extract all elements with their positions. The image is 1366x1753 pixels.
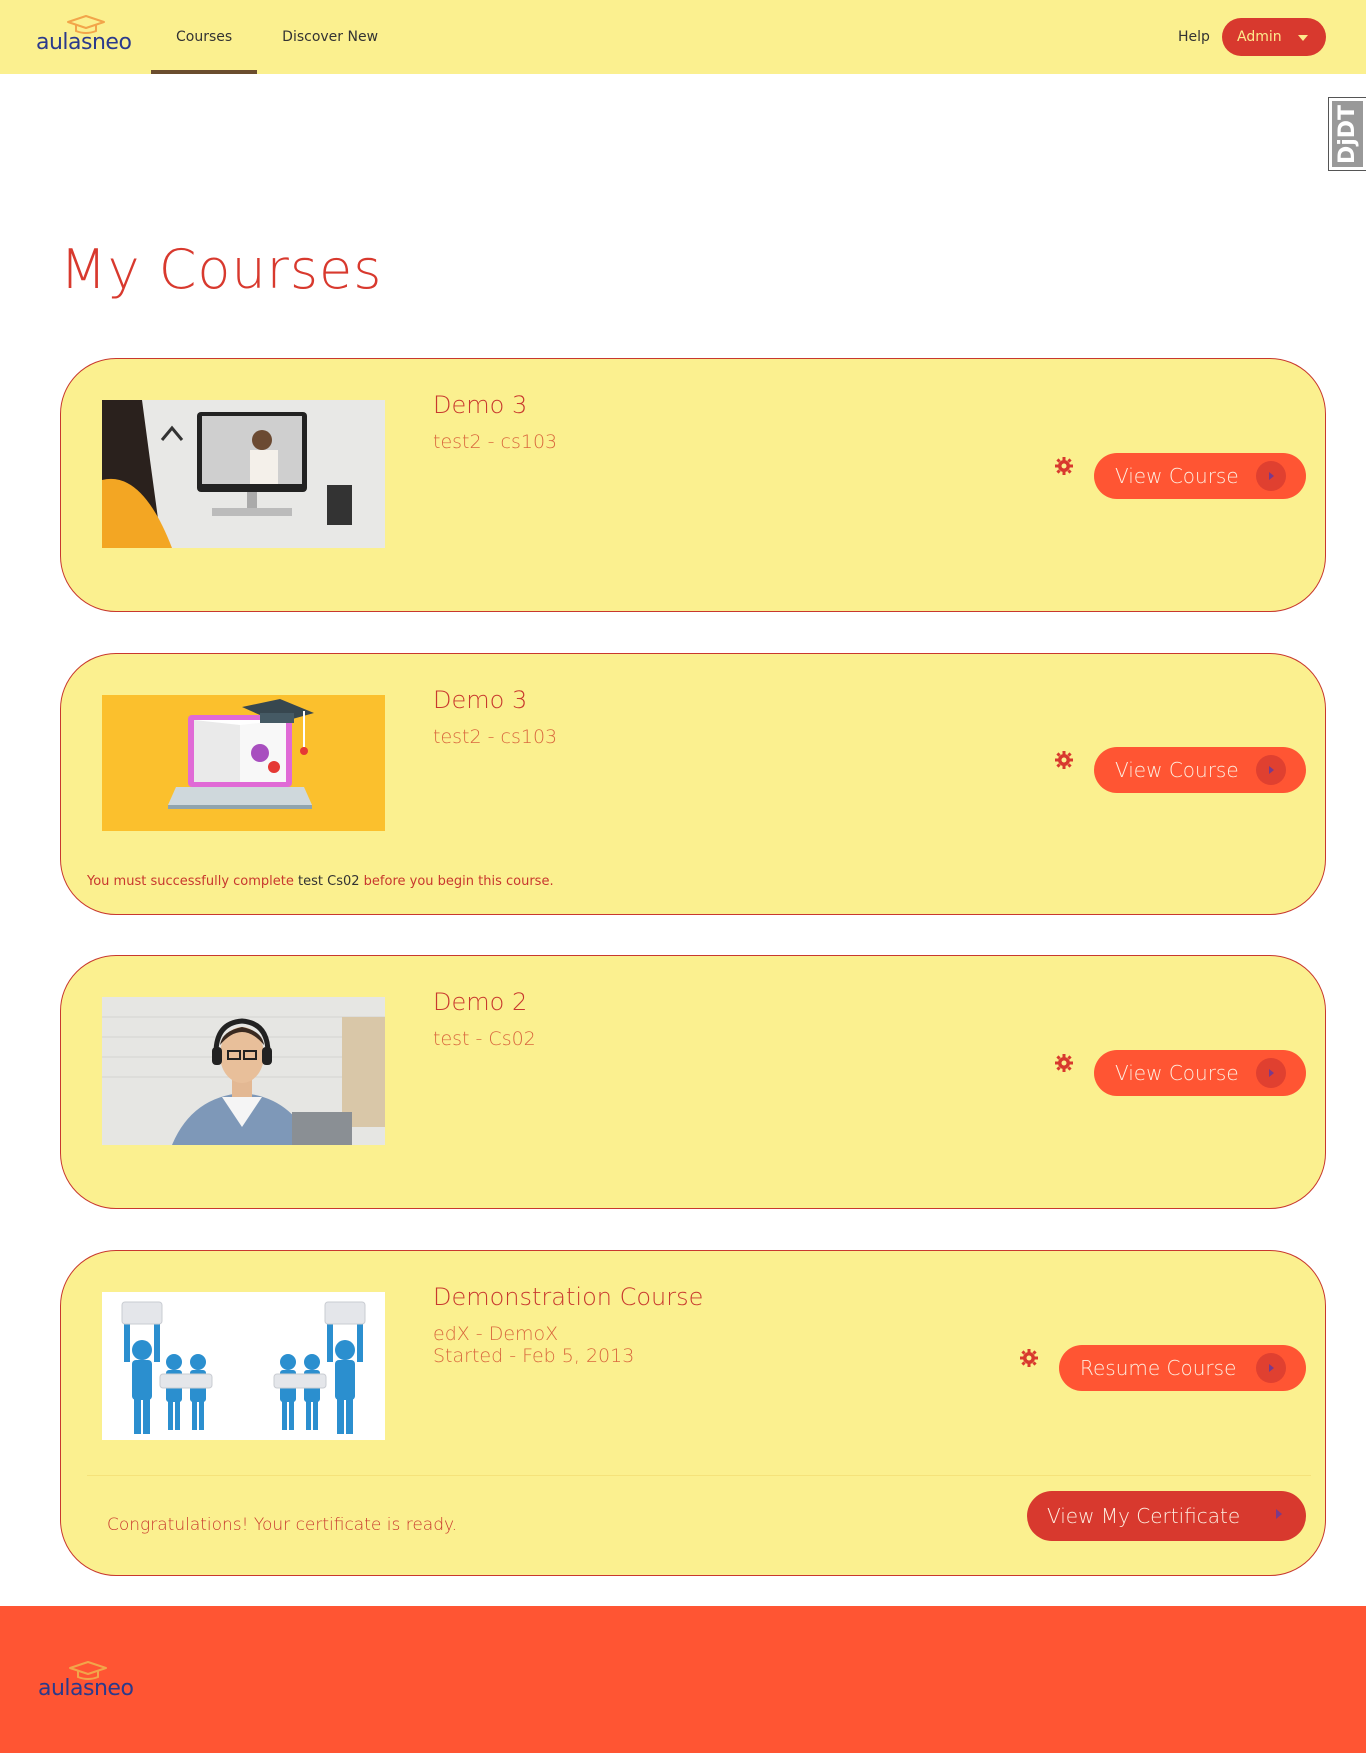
chevron-right-icon [1276,1509,1282,1519]
course-card: Demo 3 test2 - cs103 View Course You mus… [60,653,1326,915]
chevron-right-icon [1256,1353,1286,1383]
page-footer: aulasneo [0,1606,1366,1753]
course-title[interactable]: Demonstration Course [433,1283,703,1311]
prerequisite-notice: You must successfully complete test Cs02… [87,874,554,889]
course-card: Demonstration Course edX - DemoX Started… [60,1250,1326,1576]
course-code: test - Cs02 [433,1028,536,1050]
gear-icon[interactable] [1019,1348,1039,1368]
resume-course-label: Resume Course [1080,1356,1237,1380]
gear-icon[interactable] [1054,750,1074,770]
resume-course-button[interactable]: Resume Course [1059,1345,1306,1391]
chevron-right-icon [1256,461,1286,491]
view-course-button[interactable]: View Course [1094,747,1306,793]
debug-toolbar-handle[interactable]: DjDT [1328,97,1366,171]
course-code: edX - DemoX Started - Feb 5, 2013 [433,1323,634,1367]
user-menu-label: Admin [1237,29,1282,45]
course-card: Demo 3 test2 - cs103 View Course [60,358,1326,612]
view-certificate-button[interactable]: View My Certificate [1027,1491,1306,1541]
prerequisite-course-link[interactable]: test Cs02 [298,874,360,889]
user-menu-button[interactable]: Admin [1222,18,1326,56]
footer-brand-name: aulasneo [38,1676,134,1701]
footer-logo[interactable]: aulasneo [38,1660,138,1704]
view-course-label: View Course [1115,1061,1239,1085]
caret-down-icon [1298,35,1308,41]
view-certificate-label: View My Certificate [1047,1504,1241,1528]
gear-icon[interactable] [1054,1053,1074,1073]
course-title[interactable]: Demo 3 [433,391,527,419]
course-image[interactable] [102,400,385,548]
course-code-text: edX - DemoX [433,1323,559,1345]
brand-name: aulasneo [36,30,132,55]
certificate-message: Congratulations! Your certificate is rea… [107,1515,458,1535]
course-code: test2 - cs103 [433,431,558,453]
woman-video-call-image [102,400,385,548]
brand-logo[interactable]: aulasneo [36,14,136,58]
view-course-label: View Course [1115,758,1239,782]
course-start-date: Started - Feb 5, 2013 [433,1345,635,1367]
main-nav: Courses Discover New [151,0,403,74]
man-headphones-image [102,997,385,1145]
course-card: Demo 2 test - Cs02 View Course [60,955,1326,1209]
view-course-button[interactable]: View Course [1094,1050,1306,1096]
nav-tab-courses[interactable]: Courses [151,0,258,74]
prerequisite-text-before: You must successfully complete [87,874,294,889]
certificate-divider [87,1475,1311,1476]
view-course-label: View Course [1115,464,1239,488]
page-title: My Courses [60,238,383,301]
course-title[interactable]: Demo 3 [433,686,527,714]
course-image[interactable] [102,1292,385,1440]
gear-icon[interactable] [1054,456,1074,476]
course-image[interactable] [102,695,385,843]
help-link[interactable]: Help [1178,29,1210,45]
chevron-right-icon [1256,1058,1286,1088]
top-navigation-bar: aulasneo Courses Discover New Help Admin [0,0,1366,74]
laptop-graduation-cap-image [102,695,385,831]
debug-toolbar-label: DjDT [1335,104,1361,164]
prerequisite-text-after: before you begin this course. [363,874,554,889]
course-image[interactable] [102,997,385,1145]
course-title[interactable]: Demo 2 [433,988,527,1016]
chevron-right-icon [1256,755,1286,785]
view-course-button[interactable]: View Course [1094,453,1306,499]
puzzle-people-image [102,1292,385,1440]
nav-tab-discover-new[interactable]: Discover New [257,0,403,74]
course-code: test2 - cs103 [433,726,558,748]
